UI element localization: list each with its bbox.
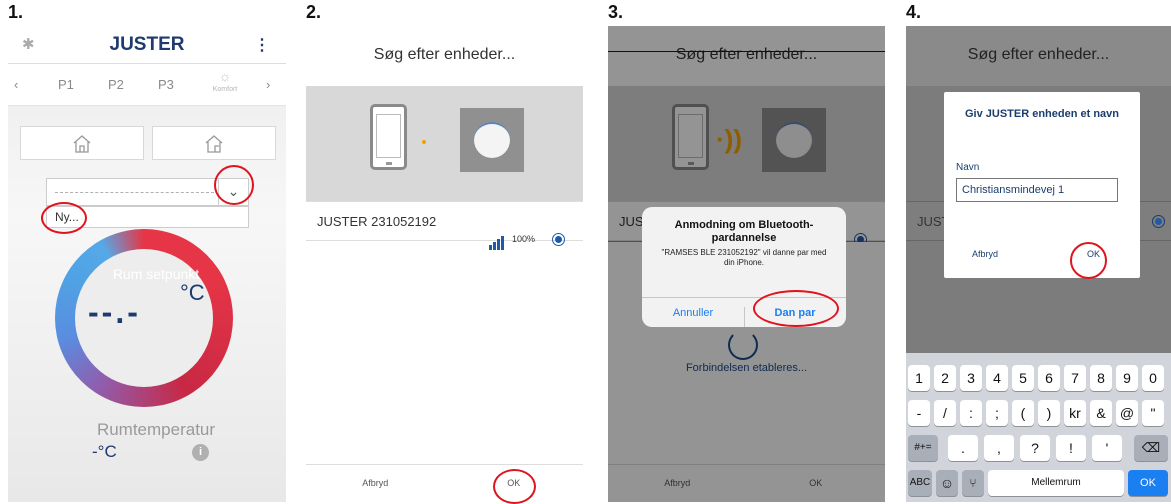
- signal-strength-icon: [489, 232, 505, 250]
- backspace-icon[interactable]: ⌫: [1134, 435, 1168, 461]
- key[interactable]: :: [960, 400, 982, 426]
- temperature-dial[interactable]: [55, 229, 233, 407]
- room-temperature-label: Rumtemperatur: [96, 420, 216, 439]
- more-menu-icon[interactable]: ⋮: [254, 35, 270, 55]
- step-3-panel: 3. Søg efter enheder... ·)) JUS Forbinde…: [608, 0, 885, 502]
- device-radio-selected[interactable]: [1152, 215, 1165, 228]
- home-icon: [73, 135, 91, 153]
- device-name: JUSTER 231052192: [317, 214, 437, 229]
- step-4-panel: 4. Søg efter enheder... JUST Giv JUSTER …: [906, 0, 1171, 502]
- app-header: ✱ JUSTER ⋮: [8, 26, 286, 64]
- setpoint-label: Rum setpunkt: [112, 266, 200, 282]
- info-icon[interactable]: i: [192, 444, 209, 461]
- ok-button[interactable]: OK: [445, 478, 584, 488]
- key[interactable]: -: [908, 400, 930, 426]
- signal-percent: 100%: [512, 234, 536, 244]
- key[interactable]: 1: [908, 365, 930, 391]
- step-number: 1.: [8, 2, 24, 22]
- key[interactable]: @: [1116, 400, 1138, 426]
- step-1-panel: 1. ✱ JUSTER ⋮ ‹ P1 P2 P3 ☼ Komfort › ⌄ N…: [8, 0, 286, 502]
- microphone-icon[interactable]: ⑂: [962, 470, 984, 496]
- dropdown-option-new[interactable]: Ny...: [46, 206, 249, 228]
- symbols-key[interactable]: #+=: [908, 435, 938, 461]
- device-list-item[interactable]: JUSTER 231052192: [306, 201, 583, 241]
- key[interactable]: (: [1012, 400, 1034, 426]
- divider-line: [608, 51, 885, 52]
- device-radio-selected[interactable]: [552, 233, 565, 246]
- key[interactable]: 5: [1012, 365, 1034, 391]
- key[interactable]: 2: [934, 365, 956, 391]
- key[interactable]: ": [1142, 400, 1164, 426]
- abc-key[interactable]: ABC: [908, 470, 932, 496]
- key[interactable]: kr: [1064, 400, 1086, 426]
- step-number: 4.: [906, 2, 922, 22]
- pairing-illustration: [306, 86, 583, 201]
- dialog-buttons: Annuller Dan par: [642, 297, 846, 327]
- screen-title: Søg efter enheder...: [306, 26, 583, 86]
- tab-p2[interactable]: P2: [108, 77, 124, 92]
- dialog-title: Anmodning om Bluetooth-pardannelse: [674, 219, 814, 244]
- name-device-dialog: Giv JUSTER enheden et navn Navn Christia…: [944, 92, 1140, 278]
- away-home-icon: [205, 135, 223, 153]
- pairing-screen: Søg efter enheder... ·)) JUS Forbindelse…: [608, 26, 885, 502]
- tab-p3[interactable]: P3: [158, 77, 174, 92]
- thermostat-icon: [460, 108, 524, 172]
- bluetooth-pairing-dialog: Anmodning om Bluetooth-pardannelse "RAMS…: [642, 207, 846, 327]
- screen-title: Søg efter enheder...: [906, 26, 1171, 86]
- dropdown-placeholder: [55, 192, 214, 193]
- app-screen-main: ✱ JUSTER ⋮ ‹ P1 P2 P3 ☼ Komfort › ⌄ Ny..…: [8, 26, 286, 502]
- tab-komfort[interactable]: Komfort: [206, 86, 244, 93]
- step-number: 2.: [306, 2, 322, 22]
- key[interactable]: ;: [986, 400, 1008, 426]
- tab-next-arrow[interactable]: ›: [266, 77, 270, 92]
- key[interactable]: &: [1090, 400, 1112, 426]
- dialog-ok-button[interactable]: OK: [1087, 249, 1100, 259]
- setpoint-unit: °C: [180, 280, 205, 305]
- home-mode-button[interactable]: [20, 126, 144, 160]
- emoji-icon[interactable]: ☺: [936, 470, 958, 496]
- key[interactable]: ,: [984, 435, 1014, 461]
- tab-prev-arrow[interactable]: ‹: [14, 77, 18, 92]
- key[interactable]: ?: [1020, 435, 1050, 461]
- key[interactable]: 0: [1142, 365, 1164, 391]
- key[interactable]: !: [1056, 435, 1086, 461]
- key[interactable]: 6: [1038, 365, 1060, 391]
- dialog-cancel-button[interactable]: Annuller: [642, 307, 744, 319]
- step-number: 3.: [608, 2, 624, 22]
- device-name-input[interactable]: Christiansmindevej 1: [956, 178, 1118, 202]
- bottom-bar: Afbryd OK: [306, 464, 583, 502]
- step-2-panel: 2. Søg efter enheder... JUSTER 231052192…: [306, 0, 583, 504]
- device-dropdown[interactable]: ⌄: [46, 178, 249, 206]
- dialog-pair-button[interactable]: Dan par: [744, 307, 846, 319]
- setpoint-value: --.-: [88, 294, 141, 330]
- keyboard: 1 2 3 4 5 6 7 8 9 0 - / : ; ( ) kr & @ "…: [906, 353, 1171, 502]
- sun-icon[interactable]: ☼: [210, 68, 240, 84]
- room-temperature-value: -°C: [92, 442, 117, 461]
- key[interactable]: ': [1092, 435, 1122, 461]
- key[interactable]: 9: [1116, 365, 1138, 391]
- dialog-message: "RAMSES BLE 231052192" vil danne par med…: [661, 248, 827, 267]
- key[interactable]: /: [934, 400, 956, 426]
- app-title: JUSTER: [109, 34, 185, 55]
- naming-screen: Søg efter enheder... JUST Giv JUSTER enh…: [906, 26, 1171, 502]
- keyboard-ok-key[interactable]: OK: [1128, 470, 1168, 496]
- key[interactable]: 3: [960, 365, 982, 391]
- chevron-down-icon[interactable]: ⌄: [218, 179, 248, 205]
- dialog-cancel-button[interactable]: Afbryd: [972, 249, 998, 259]
- name-label: Navn: [956, 162, 980, 173]
- key[interactable]: ): [1038, 400, 1060, 426]
- search-screen: Søg efter enheder... JUSTER 231052192 10…: [306, 26, 583, 502]
- key[interactable]: 4: [986, 365, 1008, 391]
- signal-dot-icon: [422, 140, 426, 144]
- key[interactable]: 8: [1090, 365, 1112, 391]
- key[interactable]: .: [948, 435, 978, 461]
- program-tabs: ‹ P1 P2 P3 ☼ Komfort ›: [8, 64, 286, 106]
- cancel-button[interactable]: Afbryd: [306, 478, 445, 488]
- phone-icon: [370, 104, 407, 170]
- tab-p1[interactable]: P1: [58, 77, 74, 92]
- key[interactable]: 7: [1064, 365, 1086, 391]
- away-mode-button[interactable]: [152, 126, 276, 160]
- space-key[interactable]: Mellemrum: [988, 470, 1124, 496]
- dialog-title: Giv JUSTER enheden et navn: [964, 108, 1120, 120]
